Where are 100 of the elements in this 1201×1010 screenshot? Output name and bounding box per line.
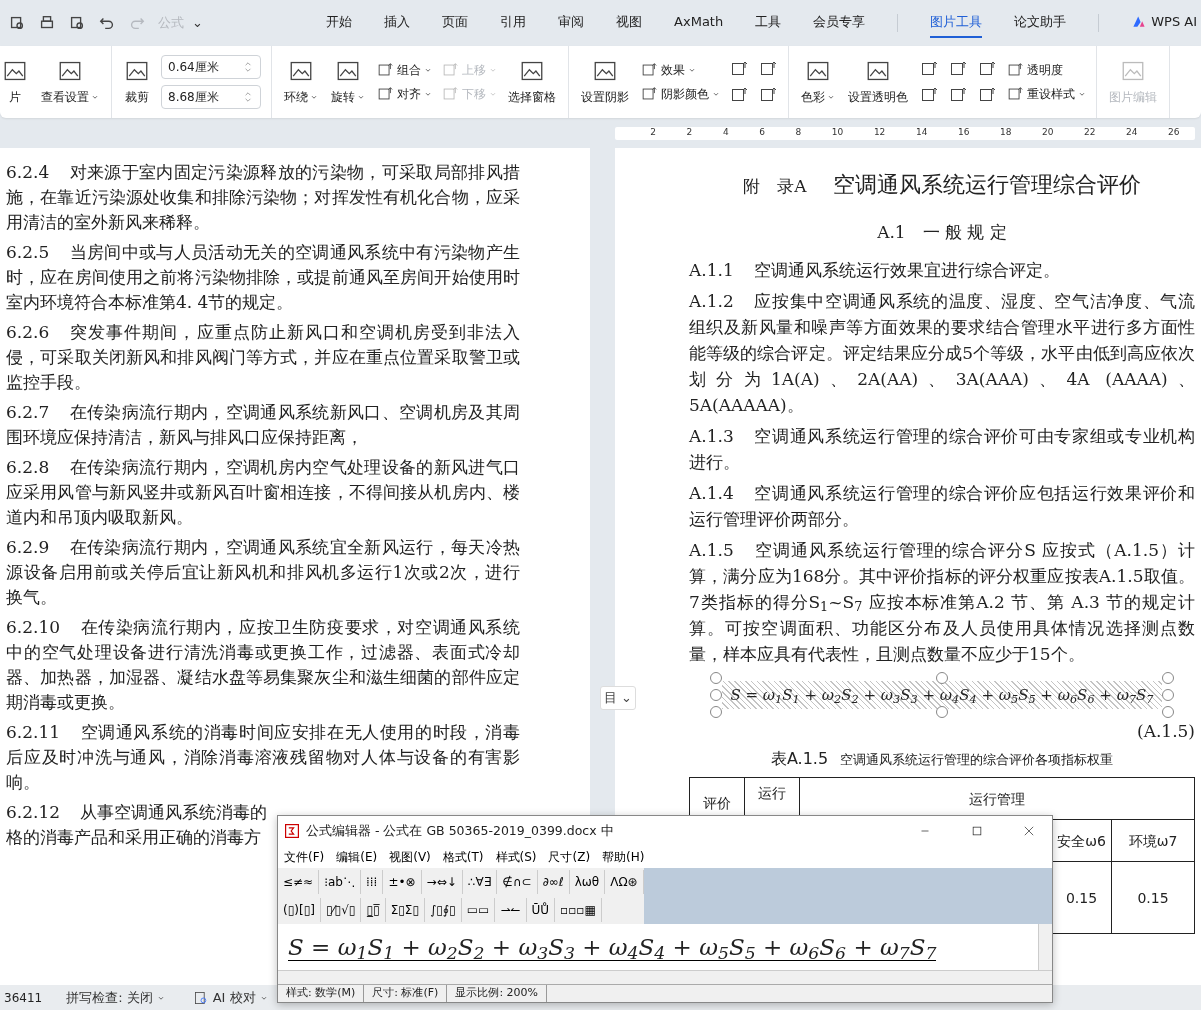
symbol-palette-button[interactable]: (▯)[▯] xyxy=(278,898,321,922)
horizontal-scrollbar[interactable] xyxy=(278,970,1052,984)
wps-ai-tab[interactable]: WPS AI xyxy=(1131,7,1197,39)
menu-tab[interactable]: 论文助手 xyxy=(1014,7,1067,39)
symbol-palette-button[interactable]: ΛΩ⊛ xyxy=(605,870,644,894)
spell-check-button[interactable]: 拼写检查: 关闭 xyxy=(62,985,169,1010)
ribbon-button[interactable]: 裁剪 xyxy=(122,58,152,106)
ribbon-button[interactable]: 透明度 xyxy=(1006,61,1086,79)
ribbon-button[interactable]: 设置阴影 xyxy=(579,58,631,106)
paragraph: 6.2.6 突发事件期间，应重点防止新风口和空调机房受到非法入侵，可采取关闭新风和排风阀门等方式，并应在重点位置采取警卫或监控手段。 xyxy=(6,321,520,394)
menu-tab[interactable]: 开始 xyxy=(326,7,353,39)
symbol-palette-button[interactable]: ⁝ab⋱ xyxy=(319,870,361,894)
ribbon-button[interactable]: 设置透明色 xyxy=(846,58,910,106)
document-icon xyxy=(8,14,26,32)
symbol-palette-button[interactable]: ∴∀∃ xyxy=(462,870,498,894)
spinner-icon xyxy=(242,89,254,105)
square-icon xyxy=(1006,61,1024,79)
ruler-number: 20 xyxy=(1042,126,1054,140)
ruler-number: 10 xyxy=(831,126,844,140)
symbol-palette-button[interactable]: ⁞⁞⁞ xyxy=(360,870,384,894)
menu-tab[interactable]: 审阅 xyxy=(558,7,585,39)
appendix-label: 附 录A xyxy=(743,175,807,198)
resize-handle[interactable] xyxy=(710,706,723,718)
resize-handle[interactable] xyxy=(936,672,948,684)
resize-handle[interactable] xyxy=(1161,672,1174,684)
vertical-scrollbar[interactable] xyxy=(1038,924,1052,970)
menu-item[interactable]: 格式(T) xyxy=(442,848,484,866)
layout-options-button[interactable]: 目 ⌄ xyxy=(600,686,636,710)
ribbon-button[interactable]: 片 xyxy=(0,58,30,106)
formula[interactable]: S = ω$_{1}$S$_{1}$ + ω$_{2}$S$_{2}$ + ω$_{3}$S$_{3}$ + ω$_{4}$S$_{4}$ + ω$_{5}$S$_{5}$ + ω$_{6}$S$_{6}$ + ω$_{7}$S$_{7}$ xyxy=(722,681,1162,709)
paragraph: 6.2.5 当房间中或与人员活动无关的空调通风系统中有污染物产生时，应在房间使用之前将污染物排除，或提前通风至房间开始使用时室内环境符合本标准第4. 4节的规定。 xyxy=(6,241,520,314)
symbol-palette-button[interactable]: λωθ xyxy=(569,870,606,894)
symbol-palette-button[interactable]: ∫▯∮▯ xyxy=(425,898,462,922)
ribbon-button[interactable]: 组合 xyxy=(376,61,432,79)
menu-tab[interactable]: 引用 xyxy=(500,7,527,39)
menu-tab[interactable]: AxMath xyxy=(674,7,724,39)
symbol-palette-button[interactable]: ▫▫▫▦ xyxy=(555,898,602,922)
size-field[interactable]: 8.68厘米 xyxy=(161,85,261,109)
paragraph: 6.2.9 在传染病流行期内，空调通风系统宜全新风运行，每天冷热源设备启用前或关停后宜让新风机和排风机多运行1次或2次，进行换气。 xyxy=(6,536,520,609)
word-count: 36411 xyxy=(4,989,43,1007)
ruler-number: 6 xyxy=(759,126,765,140)
ribbon-button[interactable]: 效果 xyxy=(640,61,720,79)
table-cell: 0.15 xyxy=(1111,861,1195,934)
paragraph: 6.2.7 在传染病流行期内，空调通风系统新风口、空调机房及其周围环境应保持清洁，新风与排风口应保持距离， xyxy=(6,401,520,449)
symbol-palette-button[interactable]: ±•⊗ xyxy=(383,870,422,894)
square-icon xyxy=(441,61,459,79)
ribbon-button[interactable]: 选择窗格 xyxy=(506,58,558,106)
document-icon xyxy=(68,14,86,32)
ribbon-button[interactable]: 色彩 xyxy=(799,58,837,106)
resize-handle[interactable] xyxy=(710,689,723,701)
symbol-palette-button[interactable]: ⇀↼ xyxy=(495,898,527,922)
symbol-palette-button[interactable]: ▯̲▯̅ xyxy=(361,898,386,922)
ruler-number: 12 xyxy=(873,126,886,140)
menu-item[interactable]: 视图(V) xyxy=(389,848,431,866)
spinner-icon xyxy=(242,59,254,75)
square-icon xyxy=(640,85,658,103)
ribbon-button[interactable]: 旋转 xyxy=(329,58,367,106)
paragraph: A.1.4 空调通风系统运行管理的综合评价应包括运行效果评价和运行管理评价两部分。 xyxy=(689,482,1195,531)
ai-check-button[interactable]: AI 校对 xyxy=(188,985,272,1010)
paragraph: 6.2.11 空调通风系统的消毒时间应安排在无人使用的时段，消毒后应及时冲洗与通风，消除消毒溶液残留物对人体与设备的有害影响。 xyxy=(6,721,520,794)
menu-tab[interactable]: 工具 xyxy=(755,7,782,39)
menu-tab[interactable]: 视图 xyxy=(616,7,643,39)
table-number: 表A.1.5 xyxy=(770,748,829,770)
menu-tab[interactable]: 会员专享 xyxy=(813,7,866,39)
ribbon-button[interactable]: 对齐 xyxy=(376,85,432,103)
menu-tab[interactable]: 插入 xyxy=(384,7,411,39)
menu-item[interactable]: 尺寸(Z) xyxy=(548,848,591,866)
symbol-palette-button[interactable]: ▭▭ xyxy=(461,898,496,922)
maximize-icon xyxy=(970,824,984,838)
symbol-palette-button[interactable]: ŪŮ xyxy=(526,898,556,922)
menu-tab[interactable]: 图片工具 xyxy=(930,7,983,39)
symbol-palette-button[interactable]: →⇔↓ xyxy=(421,870,463,894)
document-search-icon xyxy=(192,989,209,1006)
symbol-palette-button[interactable]: ∉∩⊂ xyxy=(497,870,538,894)
paragraph: A.1.3 空调通风系统运行管理的综合评价可由专家组或专业机构进行。 xyxy=(689,425,1195,474)
paragraph: A.1.2 应按集中空调通风系统的温度、湿度、空气洁净度、气流组织及新风量和噪声等方面效果的要求结合管理水平进行多方面性能等级的综合评定。评定结果应分成5个等级，水平由低到高应依次划分为1A(A)、2A(AA)、3A(AAA)、4A (AAAA)、5A(AAAAA)。 xyxy=(689,290,1195,417)
menu-item[interactable]: 文件(F) xyxy=(284,848,325,866)
ribbon-button[interactable]: 环绕 xyxy=(282,58,320,106)
resize-handle[interactable] xyxy=(710,672,723,684)
ribbon-button[interactable]: 查看设置 xyxy=(39,58,101,106)
formula-input[interactable]: S = ω$_{1}$S$_{1}$ + ω$_{2}$S$_{2}$ + ω$_{3}$S$_{3}$ + ω$_{4}$S$_{4}$ + ω$_{5}$S$_{5}$ + ω$_{6}$S$_{6}$ + ω$_{7}$S$_{7}$ xyxy=(288,934,937,961)
square-icon xyxy=(1006,85,1024,103)
paragraph: 6.2.4 对来源于室内固定污染源释放的污染物，可采取局部排风措施，在靠近污染源处收集和排除污染物；对挥发性有机化合物，应采用清洁的室外新风来稀释。 xyxy=(6,161,520,234)
ruler-number: 18 xyxy=(999,126,1012,140)
size-field[interactable]: 0.64厘米 xyxy=(161,55,261,79)
symbol-palette-button[interactable]: ∂∞ℓ xyxy=(537,870,570,894)
paragraph: A.1.1 空调通风系统运行效果宜进行综合评定。 xyxy=(689,259,1061,282)
symbol-palette-button[interactable]: Σ▯Σ▯ xyxy=(385,898,425,922)
ribbon-button[interactable]: 阴影颜色 xyxy=(640,85,720,103)
ribbon-button[interactable]: 重设样式 xyxy=(1006,85,1086,103)
menu-tab[interactable]: 页面 xyxy=(442,7,469,39)
equation-number: (A.1.5) xyxy=(1136,720,1195,743)
menu-item[interactable]: 编辑(E) xyxy=(336,848,378,866)
dropdown-button[interactable]: ⌄ xyxy=(188,11,207,35)
menu-item[interactable]: 帮助(H) xyxy=(602,848,645,866)
ruler-number: 2 xyxy=(650,126,656,140)
symbol-palette-button[interactable]: ▯⁄▯√▯ xyxy=(320,898,362,922)
symbol-palette-button[interactable]: ≤≠≈ xyxy=(278,870,320,894)
resize-handle[interactable] xyxy=(1161,706,1174,718)
menu-item[interactable]: 样式(S) xyxy=(495,848,537,866)
